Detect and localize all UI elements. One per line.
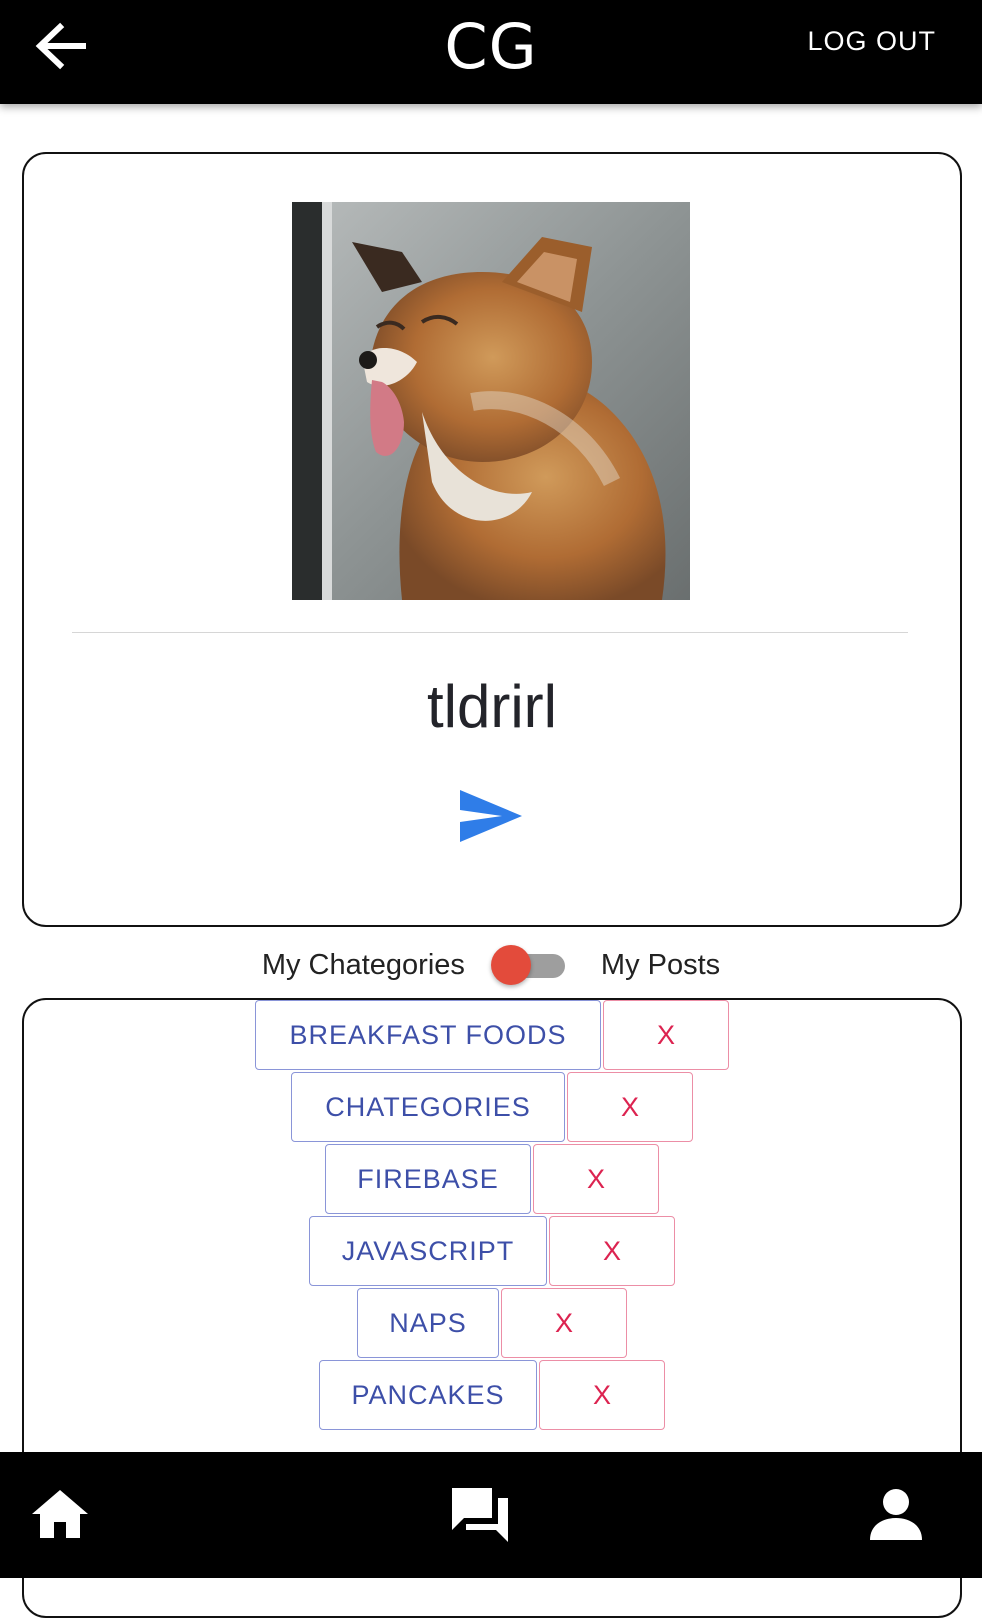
- bottom-navigation: [0, 1452, 982, 1578]
- list-item: PANCAKES X: [24, 1360, 960, 1432]
- nav-profile-button[interactable]: [858, 1476, 934, 1552]
- logout-button[interactable]: LOG OUT: [807, 26, 936, 57]
- delete-category-button[interactable]: X: [501, 1288, 627, 1358]
- send-message-button[interactable]: [456, 786, 526, 846]
- top-app-bar: CG LOG OUT: [0, 0, 982, 104]
- nav-chat-button[interactable]: [442, 1476, 518, 1552]
- delete-category-button[interactable]: X: [567, 1072, 693, 1142]
- category-button[interactable]: CHATEGORIES: [291, 1072, 565, 1142]
- list-item: CHATEGORIES X: [24, 1072, 960, 1144]
- delete-category-button[interactable]: X: [549, 1216, 675, 1286]
- view-toggle-row: My Chategories My Posts: [0, 940, 982, 990]
- person-icon: [870, 1489, 922, 1540]
- toggle-label-categories: My Chategories: [261, 948, 465, 981]
- category-button[interactable]: FIREBASE: [325, 1144, 531, 1214]
- delete-category-button[interactable]: X: [539, 1360, 665, 1430]
- category-button[interactable]: JAVASCRIPT: [309, 1216, 547, 1286]
- profile-card: tldrirl: [22, 152, 962, 927]
- home-icon: [32, 1490, 88, 1538]
- category-list: BREAKFAST FOODS X CHATEGORIES X FIREBASE…: [24, 1000, 960, 1432]
- send-icon: [460, 790, 522, 842]
- list-item: BREAKFAST FOODS X: [24, 1000, 960, 1072]
- delete-category-button[interactable]: X: [603, 1000, 729, 1070]
- switch-thumb[interactable]: [490, 945, 531, 985]
- toggle-label-posts: My Posts: [600, 948, 721, 981]
- list-item: FIREBASE X: [24, 1144, 960, 1216]
- card-divider: [72, 632, 908, 633]
- category-button[interactable]: PANCAKES: [319, 1360, 537, 1430]
- category-button[interactable]: NAPS: [357, 1288, 499, 1358]
- list-item: NAPS X: [24, 1288, 960, 1360]
- view-switch[interactable]: [490, 943, 567, 987]
- profile-avatar: [292, 202, 690, 600]
- category-button[interactable]: BREAKFAST FOODS: [255, 1000, 601, 1070]
- fox-photo: [292, 202, 690, 600]
- nav-home-button[interactable]: [22, 1476, 98, 1552]
- chat-icon: [452, 1488, 508, 1542]
- list-item: JAVASCRIPT X: [24, 1216, 960, 1288]
- delete-category-button[interactable]: X: [533, 1144, 659, 1214]
- username: tldrirl: [427, 673, 557, 740]
